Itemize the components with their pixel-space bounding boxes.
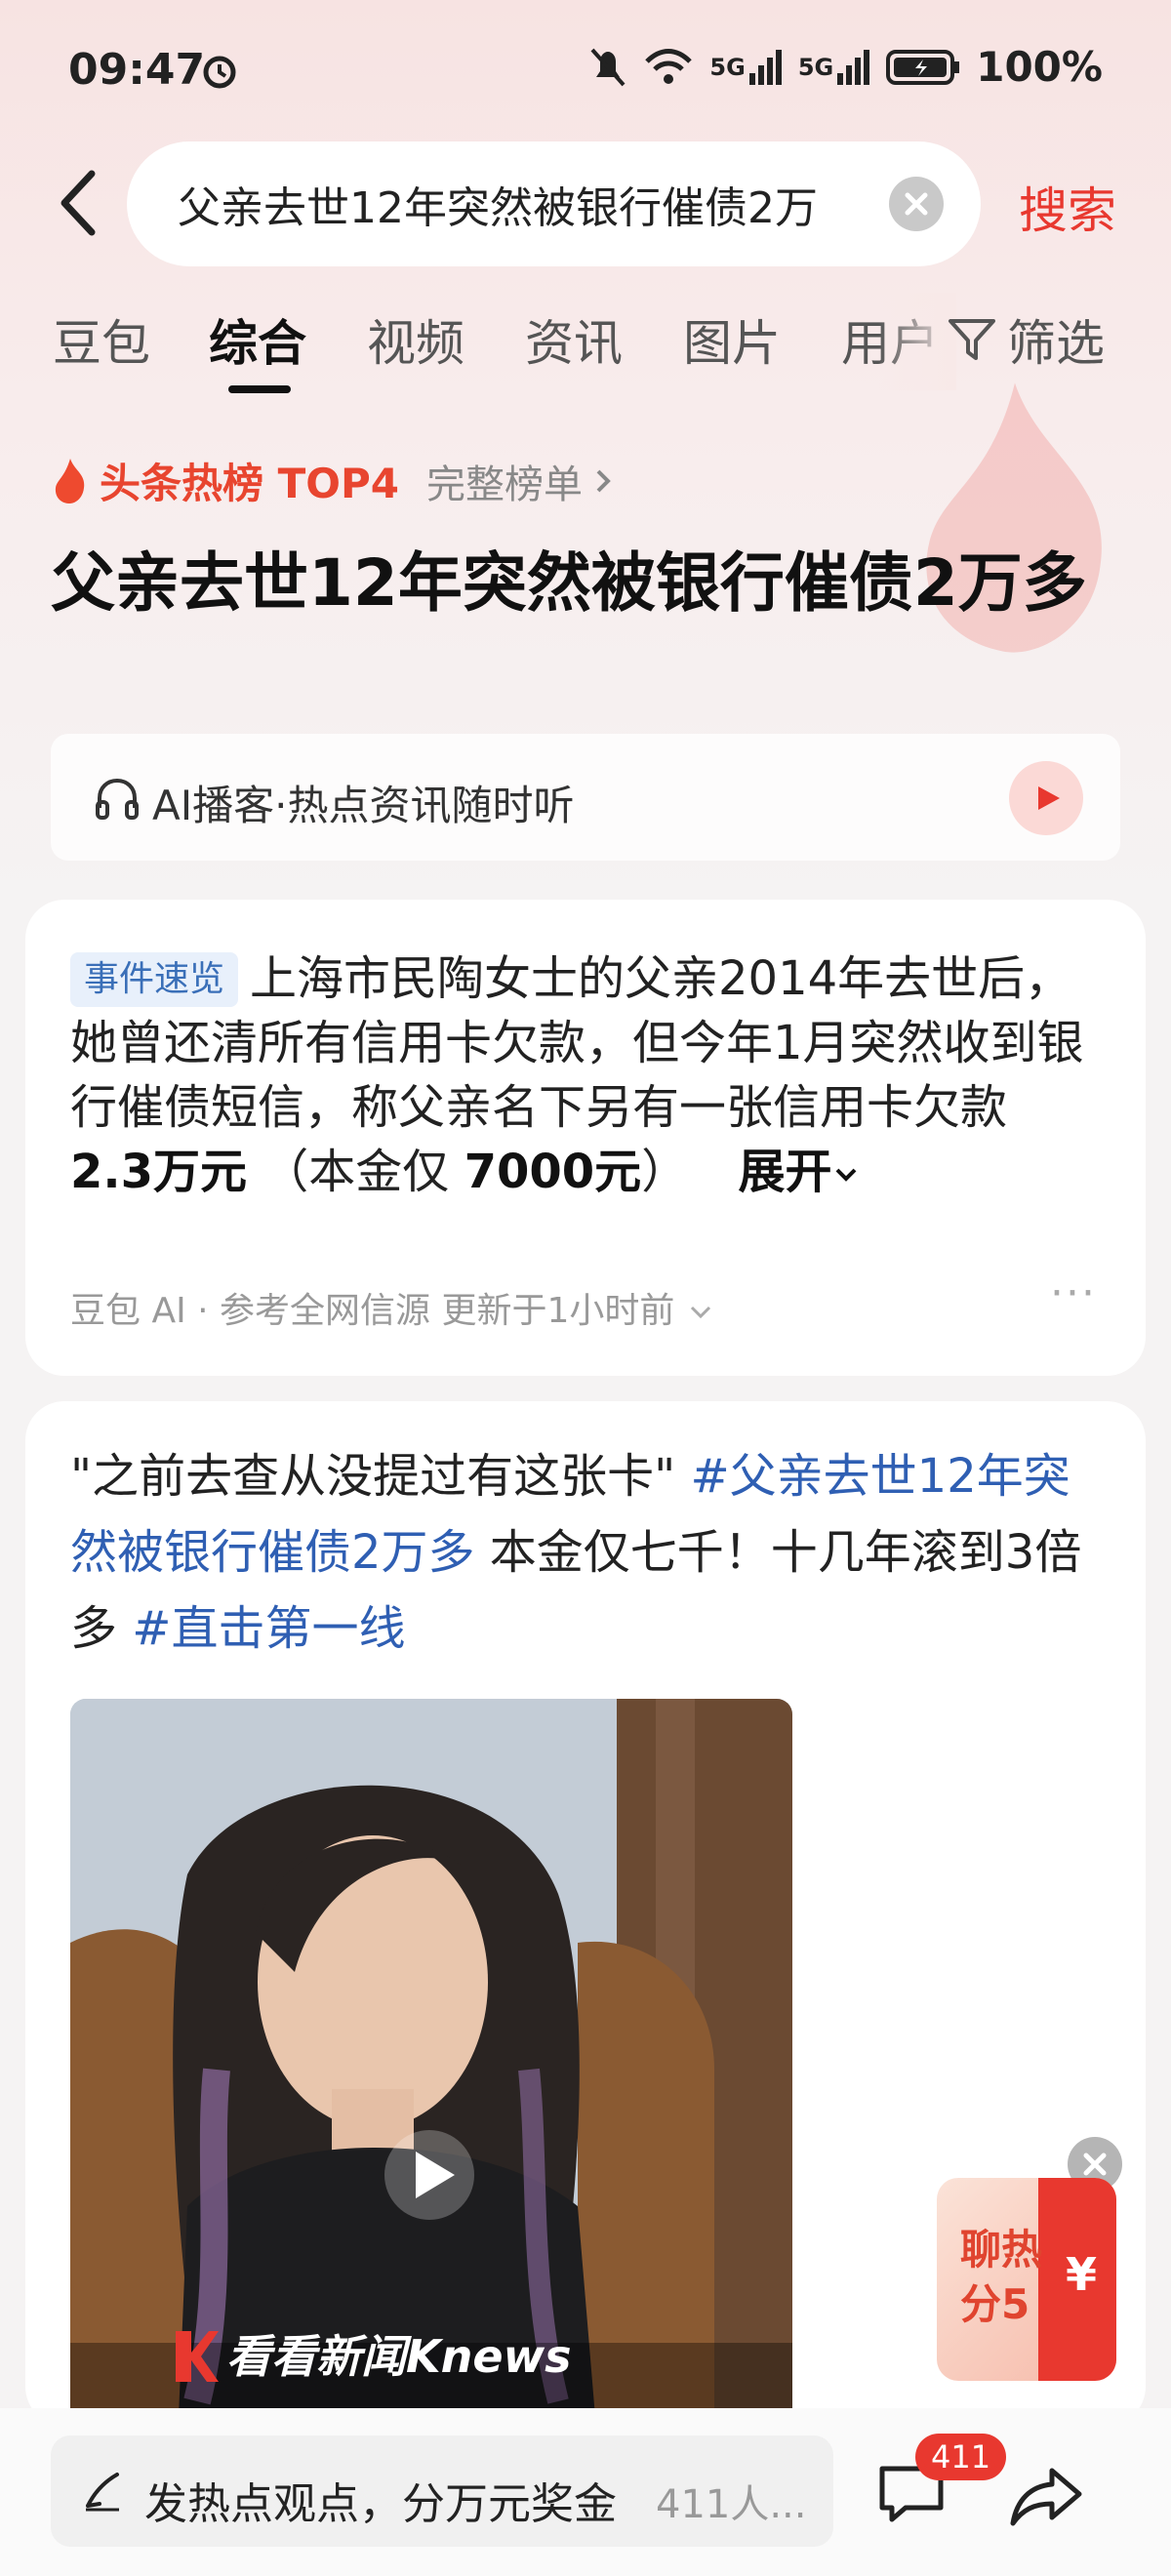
mute-bell-icon [590,48,626,86]
wifi-icon [645,48,693,84]
tab-doubao[interactable]: 豆包 [53,304,150,375]
comment-input[interactable]: 发热点观点，分万元奖金 411人... [51,2435,833,2547]
chevron-right-icon [596,469,611,492]
packet-line-1: 聊热 [960,2226,1043,2274]
summary-end: ） [641,1145,689,1199]
hot-rank-label: 头条热榜 TOP4 [100,460,399,507]
alarm-icon [203,56,236,89]
more-options-button[interactable]: ··· [1050,1268,1097,1318]
battery-percent: 100% [976,43,1103,91]
filter-icon [949,319,995,360]
filter-button[interactable]: 筛选 [947,304,1105,375]
battery-icon [886,49,960,85]
tab-news[interactable]: 资讯 [525,304,623,375]
full-list-link[interactable]: 完整榜单 [426,453,583,509]
signal-icon-1 [748,49,782,85]
knews-logo-icon [176,2331,219,2382]
play-button[interactable] [1009,761,1083,835]
clock: 09:47 [68,45,206,95]
debt-amount: 2.3万元 [70,1145,248,1199]
ai-podcast-label: AI播客·热点资讯随时听 [152,782,575,829]
video-play-button[interactable] [384,2130,474,2220]
summary-mid: （本金仅 [247,1145,464,1199]
participant-count: 411人... [656,2482,807,2527]
tab-video[interactable]: 视频 [367,304,464,375]
page-title: 父亲去世12年突然被银行催债2万多 [51,545,1087,621]
signal-icon-2 [837,49,870,85]
summary-text: 事件速览 上海市民陶女士的父亲2014年去世后，她曾还清所有信用卡欠款，但今年1月… [70,946,1105,1204]
event-tag: 事件速览 [70,952,239,1007]
post-text: "之前去查从没提过有这张卡" #父亲去世12年突然被银行催债2万多 本金仅七千！… [70,1438,1114,1667]
source-info[interactable]: 豆包 AI · 参考全网信源 更新于1小时前 [70,1282,715,1333]
video-thumbnail[interactable]: 看看新闻Knews [70,1699,792,2426]
status-bar: 09:47 5G 5G 100% [0,0,1171,137]
search-query: 父亲去世12年突然被银行催债2万 [178,183,818,233]
source-text: 豆包 AI · 参考全网信源 更新于1小时前 [70,1291,675,1331]
search-input[interactable]: 父亲去世12年突然被银行催债2万 [127,141,981,266]
packet-text: 聊热 分5 [960,2223,1042,2332]
close-icon [905,192,928,216]
clear-search-button[interactable] [889,177,944,231]
comment-placeholder: 发热点观点，分万元奖金 [144,2479,617,2529]
status-icons: 5G 5G 100% [588,43,1103,91]
network-label-2: 5G [797,53,834,81]
video-watermark: 看看新闻Knews [226,2330,572,2383]
tab-comprehensive[interactable]: 综合 [209,304,306,375]
play-icon [416,2152,455,2198]
hot-rank-row[interactable]: 头条热榜 TOP4 完整榜单 [51,451,616,510]
comment-count-badge: 411 [915,2434,1007,2480]
video-frame-image [70,1699,792,2426]
play-icon [1038,786,1060,810]
bottom-bar: 发热点观点，分万元奖金 411人... 411 [0,2408,1171,2576]
red-packet-promo[interactable]: 聊热 分5 ¥ [937,2178,1116,2381]
tab-images[interactable]: 图片 [683,304,781,375]
pen-icon [86,2473,119,2512]
back-arrow-icon[interactable] [51,164,109,242]
tabs-fade [878,293,956,390]
expand-button[interactable]: 展开 [738,1145,861,1199]
event-summary-card: 事件速览 上海市民陶女士的父亲2014年去世后，她曾还清所有信用卡欠款，但今年1月… [25,900,1146,1376]
principal-amount: 7000元 [464,1145,642,1199]
filter-label: 筛选 [1007,315,1105,372]
packet-line-2: 分5 [960,2280,1030,2328]
chevron-down-icon [690,1306,710,1319]
expand-label: 展开 [738,1145,832,1199]
post-quote: "之前去查从没提过有这张卡" [70,1449,676,1504]
search-button[interactable]: 搜索 [1019,172,1116,242]
share-icon[interactable] [1009,2465,1083,2527]
chevron-down-icon [836,1168,857,1182]
flame-icon [55,458,85,503]
headphones-icon [96,778,139,820]
network-label-1: 5G [709,53,746,81]
ai-podcast-bar[interactable]: AI播客·热点资讯随时听 [51,734,1120,861]
active-tab-indicator [228,385,291,393]
yuan-icon: ¥ [1065,2248,1097,2301]
hashtag-link-2[interactable]: #直击第一线 [132,1601,405,1656]
